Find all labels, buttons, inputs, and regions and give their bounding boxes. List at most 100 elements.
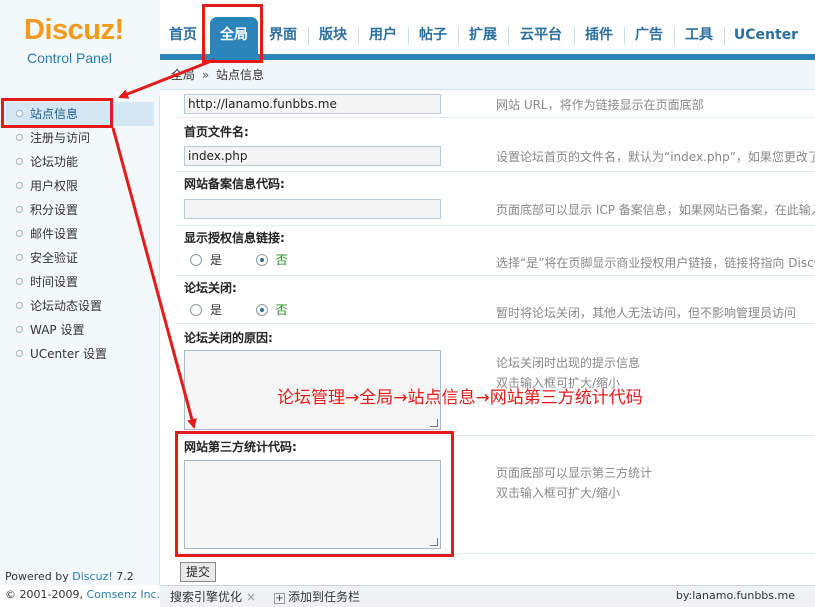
sidebar-item-time[interactable]: 时间设置 bbox=[6, 270, 154, 294]
sidebar-item-label: 时间设置 bbox=[30, 275, 79, 289]
close-icon[interactable]: × bbox=[246, 590, 256, 604]
license-link-options: 是 否 bbox=[190, 251, 288, 268]
sidebar-item-label: 积分设置 bbox=[30, 203, 79, 217]
forum-closed-label: 论坛关闭: bbox=[184, 281, 237, 295]
sidebar-item-permissions[interactable]: 用户权限 bbox=[6, 174, 154, 198]
annotation-box-site-info bbox=[1, 98, 113, 128]
nav-separator bbox=[574, 27, 575, 45]
sidebar-item-wap[interactable]: WAP 设置 bbox=[6, 318, 154, 342]
license-link-no-label: 否 bbox=[275, 253, 288, 267]
task-bar: 搜索引擎优化 × + 添加到任务栏 by:lanamo.funbbs.me bbox=[160, 585, 815, 607]
close-reason-hint: 论坛关闭时出现的提示信息 bbox=[496, 356, 641, 370]
nav-item-posts[interactable]: 帖子 bbox=[410, 17, 456, 54]
nav-item-ucenter[interactable]: UCenter bbox=[726, 17, 806, 54]
bullet-icon bbox=[16, 278, 23, 285]
nav-item-ads[interactable]: 广告 bbox=[626, 17, 672, 54]
sidebar-item-label: UCenter 设置 bbox=[30, 347, 107, 361]
nav-item-extensions[interactable]: 扩展 bbox=[460, 17, 506, 54]
forum-closed-no-radio[interactable] bbox=[255, 304, 268, 316]
license-link-hint: 选择“是”将在页脚显示商业授权用户链接，链接将指向 Discu bbox=[496, 256, 815, 270]
copyright-company-link[interactable]: Comsenz Inc. bbox=[86, 588, 160, 601]
copyright-prefix: © 2001-2009, bbox=[5, 588, 87, 601]
bullet-icon bbox=[16, 302, 23, 309]
nav-separator bbox=[458, 27, 459, 45]
powered-brand-link[interactable]: Discuz! bbox=[72, 570, 112, 583]
plus-icon: + bbox=[274, 593, 285, 604]
nav-separator bbox=[408, 27, 409, 45]
index-file-label: 首页文件名: bbox=[184, 125, 249, 139]
logo: Discuz! Control Panel bbox=[0, 0, 160, 96]
nav-item-plugins[interactable]: 插件 bbox=[576, 17, 622, 54]
logo-subtitle: Control Panel bbox=[27, 50, 112, 66]
sidebar-item-label: 论坛动态设置 bbox=[30, 299, 103, 313]
taskbar-tab-label: 搜索引擎优化 bbox=[170, 590, 243, 604]
bullet-icon bbox=[16, 206, 23, 213]
nav-item-tools[interactable]: 工具 bbox=[676, 17, 722, 54]
license-link-yes-radio[interactable] bbox=[190, 254, 202, 266]
forum-closed-yes-radio[interactable] bbox=[190, 304, 202, 316]
admin-control-panel: Discuz! Control Panel 首页 全局 界面 版块 用户 帖子 … bbox=[0, 0, 815, 607]
icp-field[interactable] bbox=[184, 199, 441, 219]
sidebar: 站点信息 注册与访问 论坛功能 用户权限 积分设置 邮件设置 安全验证 时间设置… bbox=[0, 96, 160, 585]
powered-version: 7.2 bbox=[112, 570, 134, 583]
header: Discuz! Control Panel 首页 全局 界面 版块 用户 帖子 … bbox=[0, 0, 815, 96]
breadcrumb: 全局 » 站点信息 bbox=[160, 60, 815, 90]
icp-hint: 页面底部可以显示 ICP 备案信息，如果网站已备案，在此输入 bbox=[496, 203, 815, 217]
nav-separator bbox=[674, 27, 675, 45]
sidebar-item-label: 用户权限 bbox=[30, 179, 79, 193]
nav-item-cloud[interactable]: 云平台 bbox=[510, 17, 572, 54]
sidebar-item-label: 安全验证 bbox=[30, 251, 79, 265]
index-file-hint: 设置论坛首页的文件名，默认为“index.php”，如果您更改了 bbox=[496, 150, 815, 164]
powered-by: Powered by Discuz! 7.2 bbox=[5, 570, 134, 583]
annotation-text: 论坛管理→全局→站点信息→网站第三方统计代码 bbox=[277, 388, 643, 408]
bullet-icon bbox=[16, 350, 23, 357]
annotation-box-global-tab bbox=[202, 4, 263, 63]
add-to-taskbar-label: 添加到任务栏 bbox=[288, 590, 361, 604]
icp-label: 网站备案信息代码: bbox=[184, 177, 285, 191]
copyright: © 2001-2009, Comsenz Inc. bbox=[5, 588, 160, 601]
close-reason-label: 论坛关闭的原因: bbox=[184, 331, 273, 345]
license-link-no-radio[interactable] bbox=[255, 254, 268, 266]
nav-item-interface[interactable]: 界面 bbox=[260, 17, 306, 54]
site-url-field[interactable]: http://lanamo.funbbs.me bbox=[184, 94, 441, 114]
bullet-icon bbox=[16, 326, 23, 333]
nav-item-users[interactable]: 用户 bbox=[360, 17, 406, 54]
nav-separator bbox=[624, 27, 625, 45]
logo-brand: Discuz! bbox=[24, 14, 124, 46]
row-divider bbox=[176, 275, 815, 276]
submit-button[interactable]: 提交 bbox=[180, 562, 216, 582]
sidebar-item-security[interactable]: 安全验证 bbox=[6, 246, 154, 270]
sidebar-item-activity[interactable]: 论坛动态设置 bbox=[6, 294, 154, 318]
license-link-label: 显示授权信息链接: bbox=[184, 231, 285, 245]
taskbar-tab-seo[interactable]: 搜索引擎优化 × bbox=[170, 588, 256, 605]
sidebar-item-label: WAP 设置 bbox=[30, 323, 85, 337]
sidebar-item-email[interactable]: 邮件设置 bbox=[6, 222, 154, 246]
sidebar-item-label: 论坛功能 bbox=[30, 155, 79, 169]
breadcrumb-current: 站点信息 bbox=[216, 68, 265, 82]
nav-separator bbox=[308, 27, 309, 45]
breadcrumb-separator: » bbox=[201, 68, 210, 82]
sidebar-item-label: 注册与访问 bbox=[30, 131, 91, 145]
nav-item-forums[interactable]: 版块 bbox=[310, 17, 356, 54]
add-to-taskbar-button[interactable]: + 添加到任务栏 bbox=[274, 588, 360, 605]
row-divider bbox=[176, 323, 815, 324]
stats-code-hint-2: 双击输入框可扩大/缩小 bbox=[496, 486, 621, 500]
bullet-icon bbox=[16, 134, 23, 141]
row-divider bbox=[176, 117, 815, 118]
sidebar-item-registration[interactable]: 注册与访问 bbox=[6, 126, 154, 150]
nav-separator bbox=[358, 27, 359, 45]
resize-grip-icon[interactable] bbox=[430, 419, 438, 427]
sidebar-item-label: 邮件设置 bbox=[30, 227, 79, 241]
row-divider bbox=[176, 171, 815, 172]
site-url-hint: 网站 URL，将作为链接显示在页面底部 bbox=[496, 98, 704, 112]
sidebar-item-forum-features[interactable]: 论坛功能 bbox=[6, 150, 154, 174]
nav-item-home[interactable]: 首页 bbox=[160, 17, 206, 54]
bullet-icon bbox=[16, 254, 23, 261]
site-watermark: by:lanamo.funbbs.me bbox=[675, 589, 795, 602]
index-file-field[interactable]: index.php bbox=[184, 146, 441, 166]
sidebar-item-ucenter[interactable]: UCenter 设置 bbox=[6, 342, 154, 366]
bullet-icon bbox=[16, 230, 23, 237]
breadcrumb-parent[interactable]: 全局 bbox=[171, 68, 195, 82]
forum-closed-options: 是 否 bbox=[190, 301, 288, 318]
sidebar-item-credits[interactable]: 积分设置 bbox=[6, 198, 154, 222]
